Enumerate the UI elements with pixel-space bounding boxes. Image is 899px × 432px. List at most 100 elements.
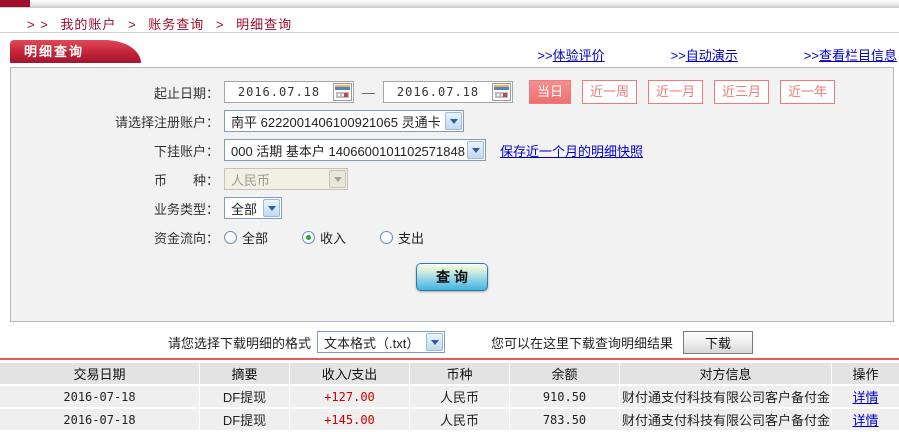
table-row: 2016-07-18 DF提现 +127.00 人民币 910.50 财付通支付… [0,386,899,407]
col-header-balance: 余额 [510,363,620,384]
page-top-strip [0,0,899,8]
breadcrumb-item-detail-query[interactable]: 明细查询 [236,17,292,32]
query-form-panel: 起止日期： 2016.07.18 — 2016.07.18 当日 近一周 近一月… [10,67,894,322]
chevron-down-icon [445,112,462,130]
end-date-input[interactable]: 2016.07.18 [383,81,513,103]
col-header-date: 交易日期 [0,363,200,384]
cell-counterparty: 财付通支付科技有限公司客户备付金 [620,409,832,430]
currency-select: 人民币 [224,168,348,190]
table-top-divider [0,358,899,360]
registered-account-select[interactable]: 南平 6222001406100921065 灵通卡 [224,110,464,132]
download-button[interactable]: 下载 [683,331,753,354]
breadcrumb-prefix: > > [27,17,49,32]
fund-flow-label: 资金流向： [93,228,219,247]
fund-flow-option-income: 收入 [302,228,346,247]
breadcrumb-item-my-account[interactable]: 我的账户 [60,17,116,32]
date-range-row: 起止日期： 2016.07.18 — 2016.07.18 当日 近一周 近一月… [93,81,893,103]
col-header-currency: 币种 [410,363,510,384]
table-row: 2016-07-18 DF提现 +145.00 人民币 783.50 财付通支付… [0,409,899,430]
radio-income[interactable] [302,231,315,244]
range-button-year[interactable]: 近一年 [780,80,835,104]
cell-currency: 人民币 [410,409,510,430]
radio-expense-label: 支出 [398,228,424,247]
currency-label: 币 种： [93,170,219,189]
registered-account-row: 请选择注册账户： 南平 6222001406100921065 灵通卡 [93,110,893,132]
query-button[interactable]: 查 询 [416,263,488,291]
cell-amount: +145.00 [290,409,410,430]
range-button-month[interactable]: 近一月 [648,80,703,104]
range-button-today[interactable]: 当日 [529,80,571,104]
currency-value: 人民币 [225,170,328,189]
cell-date: 2016-07-18 [0,409,200,430]
link-view-column-info[interactable]: >>查看栏目信息 [804,45,897,64]
cell-summary: DF提现 [200,386,290,407]
col-header-amount: 收入/支出 [290,363,410,384]
radio-all[interactable] [224,231,237,244]
col-header-action: 操作 [832,363,899,384]
divider [0,32,899,33]
range-button-quarter[interactable]: 近三月 [714,80,769,104]
brand-red-notch [0,0,30,7]
cell-counterparty: 财付通支付科技有限公司客户备付金 [620,386,832,407]
tab-detail-query: 明细查询 [10,40,106,63]
fund-flow-option-all: 全部 [224,228,268,247]
quick-links: >>体验评价 >>自动演示 >>查看栏目信息 [537,45,897,64]
business-type-label: 业务类型： [93,199,219,218]
calendar-dot [344,93,348,97]
breadcrumb: > > 我的账户 > 账务查询 > 明细查询 [24,14,296,33]
currency-row: 币 种： 人民币 [93,168,893,190]
calendar-icon[interactable] [492,83,511,101]
breadcrumb-item-account-query[interactable]: 账务查询 [148,17,204,32]
download-format-label: 请您选择下载明细的格式 [168,333,311,352]
breadcrumb-separator: > [128,17,137,32]
date-range-label: 起止日期： [93,83,219,102]
cell-currency: 人民币 [410,386,510,407]
link-experience-rating[interactable]: >>体验评价 [537,45,604,64]
results-table: 交易日期 摘要 收入/支出 币种 余额 对方信息 操作 2016-07-18 D… [0,361,899,432]
fund-flow-row: 资金流向： 全部 收入 支出 [93,226,893,248]
detail-link[interactable]: 详情 [852,390,878,405]
registered-account-label: 请选择注册账户： [93,112,219,131]
end-date-value: 2016.07.18 [384,85,492,99]
download-row: 请您选择下载明细的格式 文本格式（.txt） 您可以在这里下载查询明细结果 下载 [0,330,899,354]
start-date-value: 2016.07.18 [225,85,333,99]
download-format-value: 文本格式（.txt） [318,333,425,352]
col-header-counterparty: 对方信息 [620,363,832,384]
radio-all-label: 全部 [242,228,268,247]
sub-account-value: 000 活期 基本户 1406600101102571848 [225,141,466,160]
range-button-week[interactable]: 近一周 [582,80,637,104]
start-date-input[interactable]: 2016.07.18 [224,81,354,103]
fund-flow-options: 全部 收入 支出 [224,228,458,247]
chevron-down-icon [263,199,280,217]
download-format-select[interactable]: 文本格式（.txt） [317,331,445,353]
calendar-dot [503,93,507,97]
radio-income-label: 收入 [320,228,346,247]
date-range-dash: — [362,85,375,100]
link-auto-demo[interactable]: >>自动演示 [671,45,738,64]
sub-account-row: 下挂账户： 000 活期 基本户 1406600101102571848 保存近… [93,139,893,161]
cell-balance: 783.50 [510,409,620,430]
sub-account-label: 下挂账户： [93,141,219,160]
tab-title: 明细查询 [24,44,84,59]
chevron-down-icon [329,170,346,188]
cell-date: 2016-07-18 [0,386,200,407]
cell-summary: DF提现 [200,409,290,430]
chevron-down-icon [426,333,443,351]
radio-expense[interactable] [380,231,393,244]
quick-range-buttons: 当日 近一周 近一月 近三月 近一年 [529,80,835,104]
cell-amount: +127.00 [290,386,410,407]
breadcrumb-separator: > [216,17,225,32]
col-header-summary: 摘要 [200,363,290,384]
download-result-hint: 您可以在这里下载查询明细结果 [491,333,673,352]
calendar-icon[interactable] [333,83,352,101]
sub-account-select[interactable]: 000 活期 基本户 1406600101102571848 [224,139,486,161]
business-type-select[interactable]: 全部 [224,197,282,219]
registered-account-value: 南平 6222001406100921065 灵通卡 [225,112,444,131]
cell-balance: 910.50 [510,386,620,407]
business-type-value: 全部 [225,199,262,218]
business-type-row: 业务类型： 全部 [93,197,893,219]
chevron-down-icon [467,141,484,159]
fund-flow-option-expense: 支出 [380,228,424,247]
table-header-row: 交易日期 摘要 收入/支出 币种 余额 对方信息 操作 [0,363,899,384]
save-snapshot-link[interactable]: 保存近一个月的明细快照 [500,141,643,160]
